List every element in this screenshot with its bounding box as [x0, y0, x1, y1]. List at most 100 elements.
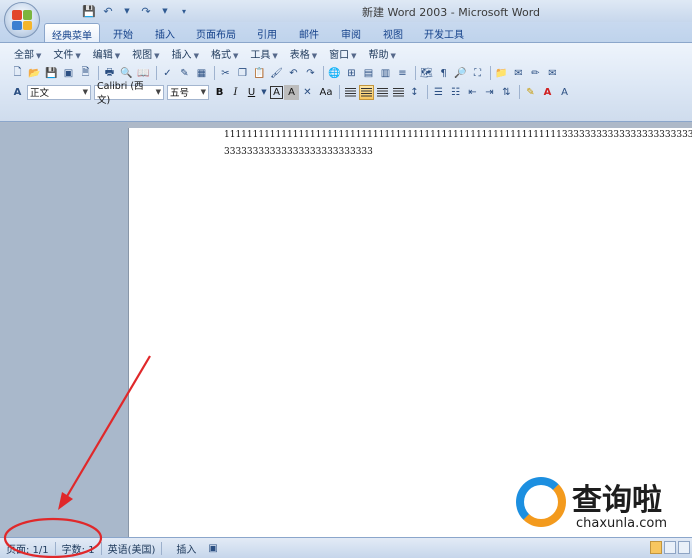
drawing-icon[interactable]: ≡ [395, 66, 410, 81]
chevron-down-icon: ▼ [75, 52, 81, 60]
menu-window[interactable]: 窗口 ▼ [323, 45, 362, 61]
format-painter-icon[interactable]: 🖌 [269, 66, 284, 81]
menu-edit[interactable]: 编辑 ▼ [87, 45, 126, 61]
print-layout-view-button[interactable] [650, 541, 662, 554]
tab-insert[interactable]: 插入 [150, 23, 180, 42]
columns-icon[interactable]: ▥ [378, 66, 393, 81]
style-select[interactable]: 正文 ▼ [27, 84, 91, 100]
save-icon[interactable]: 💾 [44, 66, 59, 81]
hyperlink-icon[interactable]: 🌐 [327, 66, 342, 81]
menu-insert-label: 插入 [171, 50, 192, 61]
align-center-button[interactable] [375, 85, 390, 100]
font-select[interactable]: Calibri (西文) ▼ [94, 81, 164, 106]
menu-all[interactable]: 全部 ▼ [8, 45, 47, 61]
tab-mailings[interactable]: 邮件 [294, 23, 324, 42]
status-page-count[interactable]: 页面: 1/1 [0, 541, 55, 556]
web-layout-view-button[interactable] [678, 541, 690, 554]
underline-button[interactable]: U [244, 85, 259, 100]
distributed-button[interactable] [391, 85, 406, 100]
office-logo-icon [12, 10, 32, 30]
menu-view[interactable]: 视图 ▼ [126, 45, 165, 61]
mail-icon[interactable]: ✉ [545, 66, 560, 81]
tab-references[interactable]: 引用 [252, 23, 282, 42]
bullets-icon[interactable]: ☷ [448, 85, 463, 100]
cut-icon[interactable]: ✂ [218, 66, 233, 81]
status-insert-mode[interactable]: 插入 [162, 541, 202, 556]
tab-classic-menu[interactable]: 经典菜单 [44, 23, 100, 42]
font-size-value: 五号 [170, 88, 190, 99]
redo-icon[interactable]: ↷ [303, 66, 318, 81]
tab-view[interactable]: 视图 [378, 23, 408, 42]
spelling-icon[interactable]: ✓ [160, 66, 175, 81]
italic-button[interactable]: I [228, 85, 243, 100]
character-scaling-icon[interactable]: ✕ [300, 85, 315, 100]
chevron-down-icon: ▼ [193, 52, 199, 60]
watermark-title: 查询啦 [572, 483, 662, 518]
menu-format[interactable]: 格式 ▼ [205, 45, 244, 61]
bold-button[interactable]: B [212, 85, 227, 100]
align-left-button[interactable] [343, 85, 358, 100]
styles-pane-icon[interactable]: A [10, 85, 25, 100]
line-spacing-icon[interactable]: ↕ [407, 85, 422, 100]
folder-icon[interactable]: 📁 [494, 66, 509, 81]
paste-icon[interactable]: 📋 [252, 66, 267, 81]
thesaurus-icon[interactable]: ✎ [177, 66, 192, 81]
tab-developer[interactable]: 开发工具 [420, 23, 468, 42]
menu-window-label: 窗口 [329, 50, 350, 61]
full-screen-view-button[interactable] [664, 541, 676, 554]
menu-file[interactable]: 文件 ▼ [47, 45, 86, 61]
full-screen-icon[interactable]: ⛶ [470, 66, 485, 81]
menu-format-label: 格式 [210, 50, 231, 61]
macro-record-icon[interactable]: ▣ [202, 543, 223, 554]
tab-home[interactable]: 开始 [108, 23, 138, 42]
document-text-line[interactable]: 33333333333333333333333333 [224, 147, 373, 157]
open-folder-icon[interactable]: 📂 [27, 66, 42, 81]
change-case-button[interactable]: Aa [317, 85, 335, 100]
menu-insert[interactable]: 插入 ▼ [166, 45, 205, 61]
document-text-line[interactable]: 1111111111111111111111111111111111111111… [224, 130, 692, 140]
undo-icon[interactable]: ↶ [286, 66, 301, 81]
menu-help[interactable]: 帮助 ▼ [363, 45, 402, 61]
tab-review[interactable]: 审阅 [336, 23, 366, 42]
numbering-icon[interactable]: ☰ [431, 85, 446, 100]
table-borders-icon[interactable]: ⊞ [344, 66, 359, 81]
title-bar: 💾 ↶ ▼ ↷ ▼ ▾ 新建 Word 2003 - Microsoft Wor… [0, 0, 692, 22]
show-marks-icon[interactable]: ¶ [436, 66, 451, 81]
word-count-icon[interactable]: ▦ [194, 66, 209, 81]
office-button[interactable] [4, 2, 40, 38]
zoom-icon[interactable]: 🔎 [453, 66, 468, 81]
envelope-icon[interactable]: ✉ [511, 66, 526, 81]
permission-icon[interactable]: ▣ [61, 66, 76, 81]
highlight-icon[interactable]: ✏ [528, 66, 543, 81]
sort-icon[interactable]: ⇅ [499, 85, 514, 100]
document-map-icon[interactable]: 🗺 [419, 66, 434, 81]
new-document-icon[interactable]: 🗋 [10, 66, 25, 81]
insert-table-icon[interactable]: ▤ [361, 66, 376, 81]
menu-tools[interactable]: 工具 ▼ [244, 45, 283, 61]
menu-view-label: 视图 [132, 50, 153, 61]
print-preview-icon[interactable]: 🗎 [78, 66, 93, 81]
align-left-icon [345, 87, 356, 97]
minimize-button[interactable] [636, 0, 664, 20]
ribbon-tab-row: 经典菜单 开始 插入 页面布局 引用 邮件 审阅 视图 开发工具 [0, 22, 692, 42]
status-word-count[interactable]: 字数: 1 [56, 541, 101, 556]
tab-page-layout[interactable]: 页面布局 [192, 23, 240, 42]
decrease-indent-icon[interactable]: ⇤ [465, 85, 480, 100]
office-logo-red [12, 10, 22, 20]
font-color-icon[interactable]: A [540, 85, 555, 100]
font-size-select[interactable]: 五号 ▼ [167, 84, 209, 100]
classic-menu-bar: 全部 ▼ 文件 ▼ 编辑 ▼ 视图 ▼ 插入 ▼ 格式 ▼ 工具 ▼ 表格 ▼ 窗口 ▼ 帮助 ▼ [8, 45, 402, 61]
status-language[interactable]: 英语(美国) [102, 541, 162, 556]
chevron-down-icon[interactable]: ▼ [260, 85, 268, 100]
increase-indent-icon[interactable]: ⇥ [482, 85, 497, 100]
chevron-down-icon: ▼ [351, 52, 357, 60]
copy-icon[interactable]: ❐ [235, 66, 250, 81]
chevron-down-icon: ▼ [82, 88, 88, 96]
maximize-button[interactable] [664, 0, 692, 20]
highlight-color-icon[interactable]: ✎ [523, 85, 538, 100]
character-shading-button[interactable]: A [284, 84, 299, 100]
character-border-button[interactable]: A [270, 85, 283, 99]
text-effect-icon[interactable]: A [557, 85, 572, 100]
menu-table[interactable]: 表格 ▼ [284, 45, 323, 61]
justify-button[interactable] [359, 84, 374, 100]
